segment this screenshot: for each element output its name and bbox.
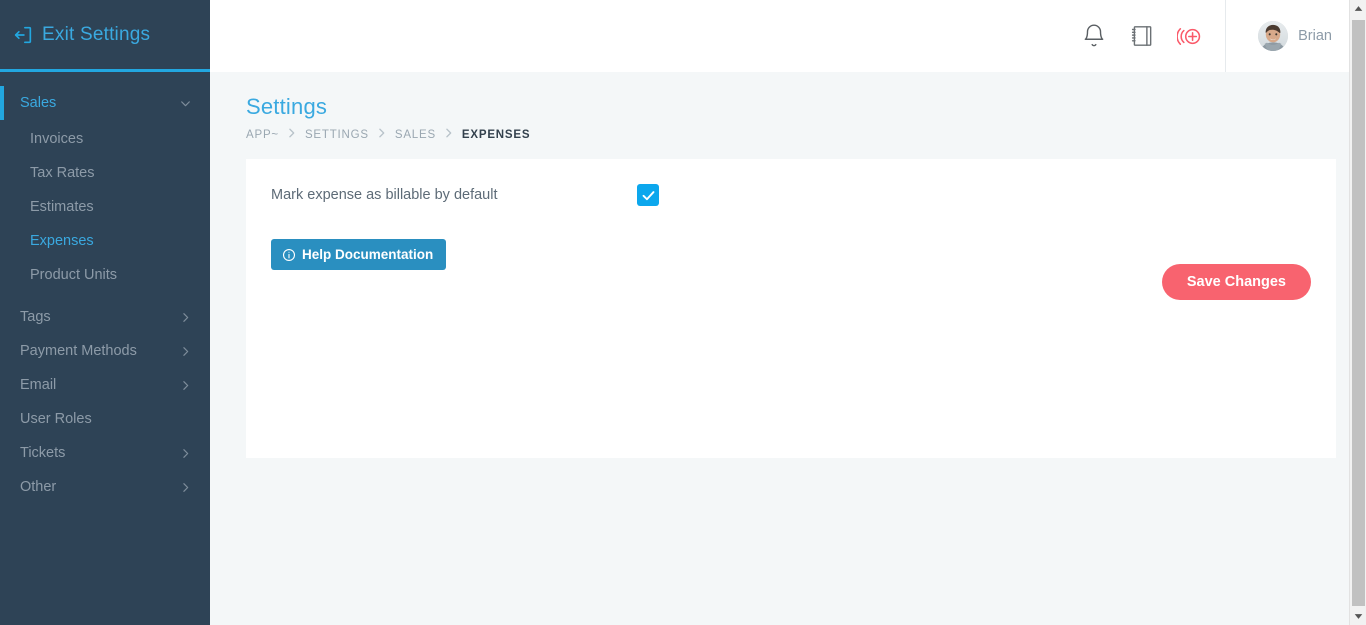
breadcrumb-item-settings[interactable]: SETTINGS	[305, 129, 369, 141]
chevron-down-icon	[179, 97, 192, 110]
breadcrumb-item-expenses: EXPENSES	[462, 129, 530, 141]
sidebar-item-expenses[interactable]: Expenses	[0, 224, 210, 258]
help-documentation-button[interactable]: Help Documentation	[271, 239, 446, 270]
sidebar-item-tickets-label: Tickets	[20, 445, 179, 461]
sidebar-item-user-roles[interactable]: User Roles	[0, 402, 210, 436]
sidebar-item-expenses-label: Expenses	[30, 233, 94, 249]
nav-spacer	[0, 292, 210, 300]
header-icon-group	[1081, 23, 1225, 49]
sidebar-item-estimates-label: Estimates	[30, 199, 94, 215]
sidebar-item-payment-methods[interactable]: Payment Methods	[0, 334, 210, 368]
page-content: Settings APP~ SETTINGS SALES EXPENSES	[210, 72, 1366, 458]
top-header: Brian	[210, 0, 1366, 72]
sidebar-item-other-label: Other	[20, 479, 179, 495]
chevron-right-icon	[179, 447, 192, 460]
sidebar-item-tickets[interactable]: Tickets	[0, 436, 210, 470]
main-area: Brian Settings APP~ SETTINGS SALES EXPEN…	[210, 0, 1366, 625]
scroll-up-arrow[interactable]	[1350, 0, 1366, 17]
breadcrumb-item-app[interactable]: APP~	[246, 129, 279, 141]
sign-out-icon	[12, 24, 34, 46]
chevron-right-icon	[288, 128, 296, 141]
user-name-label: Brian	[1298, 28, 1332, 44]
chevron-right-icon	[179, 345, 192, 358]
exit-settings-button[interactable]: Exit Settings	[0, 0, 210, 72]
save-button-wrap: Save Changes	[1162, 264, 1311, 300]
add-new-icon[interactable]	[1177, 23, 1203, 49]
sidebar-item-sales[interactable]: Sales	[0, 86, 210, 120]
help-documentation-label: Help Documentation	[302, 247, 433, 262]
sidebar-item-other[interactable]: Other	[0, 470, 210, 504]
page-scrollbar[interactable]	[1349, 0, 1366, 625]
chevron-right-icon	[445, 128, 453, 141]
sidebar-item-payment-methods-label: Payment Methods	[20, 343, 179, 359]
sidebar-item-estimates[interactable]: Estimates	[0, 190, 210, 224]
user-menu[interactable]: Brian	[1226, 0, 1358, 72]
breadcrumb-item-sales[interactable]: SALES	[395, 129, 436, 141]
chevron-right-icon	[378, 128, 386, 141]
chevron-right-icon	[179, 379, 192, 392]
sidebar-item-user-roles-label: User Roles	[20, 411, 192, 427]
active-accent-bar	[0, 86, 4, 120]
info-icon	[282, 248, 296, 262]
sidebar-item-invoices[interactable]: Invoices	[0, 122, 210, 156]
save-changes-button[interactable]: Save Changes	[1162, 264, 1311, 300]
page-title: Settings	[246, 94, 1330, 120]
chevron-right-icon	[179, 481, 192, 494]
settings-card: Mark expense as billable by default Help…	[246, 159, 1336, 458]
settings-sidebar: Exit Settings Sales Invoices Tax Rates	[0, 0, 210, 625]
scrollbar-thumb[interactable]	[1352, 20, 1365, 606]
sidebar-item-sales-label: Sales	[20, 95, 179, 111]
sidebar-item-invoices-label: Invoices	[30, 131, 83, 147]
sidebar-item-email[interactable]: Email	[0, 368, 210, 402]
notebook-icon[interactable]	[1129, 23, 1155, 49]
sidebar-item-tax-rates-label: Tax Rates	[30, 165, 94, 181]
setting-row-billable-default: Mark expense as billable by default	[246, 159, 1336, 206]
sidebar-item-product-units-label: Product Units	[30, 267, 117, 283]
avatar	[1258, 21, 1288, 51]
scroll-down-arrow[interactable]	[1350, 608, 1366, 625]
sidebar-item-tax-rates[interactable]: Tax Rates	[0, 156, 210, 190]
sidebar-submenu-sales: Invoices Tax Rates Estimates Expenses Pr…	[0, 120, 210, 292]
sidebar-item-tags-label: Tags	[20, 309, 179, 325]
bell-icon[interactable]	[1081, 23, 1107, 49]
chevron-right-icon	[179, 311, 192, 324]
app-root: Exit Settings Sales Invoices Tax Rates	[0, 0, 1366, 625]
sidebar-item-product-units[interactable]: Product Units	[0, 258, 210, 292]
sidebar-item-email-label: Email	[20, 377, 179, 393]
sidebar-nav: Sales Invoices Tax Rates Estimates Expen…	[0, 72, 210, 504]
breadcrumb: APP~ SETTINGS SALES EXPENSES	[246, 128, 1330, 141]
setting-label: Mark expense as billable by default	[271, 187, 637, 203]
sidebar-item-tags[interactable]: Tags	[0, 300, 210, 334]
billable-default-checkbox[interactable]	[637, 184, 659, 206]
exit-settings-label: Exit Settings	[42, 25, 150, 44]
